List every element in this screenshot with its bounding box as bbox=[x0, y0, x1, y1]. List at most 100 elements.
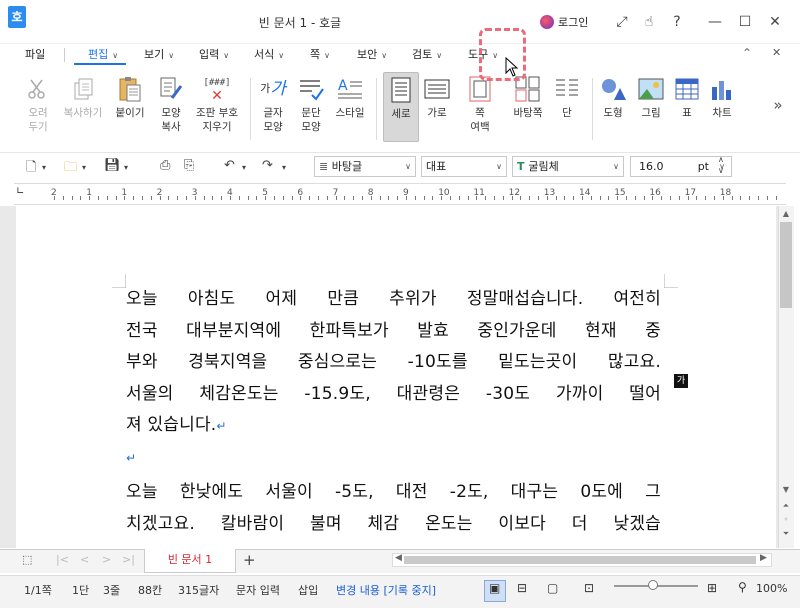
text-line: 오늘 아침도 어제 만큼 추위가 정말매섭습니다. 여전히 bbox=[126, 289, 661, 309]
text-line: 전국 대부분지역에 한파특보가 발효 중인가운데 현재 중 bbox=[126, 320, 661, 341]
scroll-right-icon[interactable]: ▶ bbox=[760, 553, 767, 563]
zoom-icon[interactable]: ⚲ bbox=[738, 580, 747, 594]
status-input-mode[interactable]: 문자 입력 bbox=[236, 582, 280, 598]
menu-view[interactable]: 보기 ∨ bbox=[144, 46, 174, 62]
portrait-button[interactable]: 세로 bbox=[383, 72, 419, 142]
menu-insert[interactable]: 입력 ∨ bbox=[199, 46, 229, 62]
save-icon[interactable]: 💾︎ bbox=[104, 158, 121, 173]
style-select[interactable]: ≣ 바탕글 ∨ bbox=[314, 156, 416, 177]
ruler-number: 10 bbox=[438, 188, 450, 198]
print-preview-icon[interactable]: ⎘ bbox=[184, 158, 194, 173]
zoom-in-icon[interactable]: ⊞ bbox=[707, 581, 717, 595]
char-shape-button[interactable]: 가가 글자 모양 bbox=[256, 76, 290, 134]
ruler-tick bbox=[203, 196, 205, 200]
menu-format[interactable]: 서식 ∨ bbox=[254, 46, 284, 62]
page-up-icon[interactable]: ⏶ bbox=[780, 500, 792, 512]
status-insert[interactable]: 삽입 bbox=[298, 582, 318, 598]
cut-button[interactable]: 오려 두기 bbox=[20, 76, 56, 134]
language-select[interactable]: 대표 ∨ bbox=[421, 156, 507, 177]
open-dropdown-icon[interactable]: ▾ bbox=[82, 163, 86, 172]
menu-file[interactable]: 파일 bbox=[25, 46, 45, 62]
tab-last-icon[interactable]: >| bbox=[122, 553, 135, 566]
ruler-tick bbox=[221, 196, 223, 200]
print-icon[interactable]: ⎙ bbox=[160, 158, 170, 173]
ribbon-more-icon[interactable]: » bbox=[768, 98, 788, 113]
undo-dropdown-icon[interactable]: ▾ bbox=[242, 163, 246, 172]
view-web-icon[interactable]: ⊟ bbox=[517, 581, 527, 595]
status-col: 88칸 bbox=[138, 584, 163, 597]
page-down-icon[interactable]: ⏷ bbox=[780, 528, 792, 540]
menu-security[interactable]: 보안 ∨ bbox=[357, 46, 387, 62]
ruler[interactable]: 2 1 1 2 3 4 5 6 7 8 9 10 11 12 13 14 15 16 17 18 bbox=[14, 183, 786, 205]
help-icon[interactable]: ? bbox=[666, 11, 688, 33]
paragraph-2[interactable]: 오늘 한낮에도 서울이 -5도, 대전 -2도, 대구는 0도에 그 치겠고요.… bbox=[126, 477, 661, 540]
horizontal-scroll-thumb[interactable] bbox=[404, 556, 756, 564]
scroll-left-icon[interactable]: ◀ bbox=[395, 553, 402, 563]
table-button[interactable]: 표 bbox=[672, 76, 702, 120]
zoom-slider-knob[interactable] bbox=[648, 580, 658, 590]
close-icon[interactable]: ✕ bbox=[764, 11, 786, 33]
redo-dropdown-icon[interactable]: ▾ bbox=[282, 163, 286, 172]
tab-stop-icon[interactable]: ∟ bbox=[16, 186, 24, 197]
ribbon-close-icon[interactable]: ✕ bbox=[772, 46, 781, 59]
browse-icon[interactable]: ◦ bbox=[780, 514, 792, 526]
new-doc-dropdown-icon[interactable]: ▾ bbox=[42, 163, 46, 172]
copy-button[interactable]: 복사하기 bbox=[60, 76, 106, 120]
save-dropdown-icon[interactable]: ▾ bbox=[124, 163, 128, 172]
style-button[interactable]: A 스타일 bbox=[332, 76, 368, 120]
landscape-button[interactable]: 가로 bbox=[422, 76, 452, 120]
clear-markup-button[interactable]: [###] ✕ 조판 부호 지우기 bbox=[192, 76, 242, 134]
redo-icon[interactable]: ↷ bbox=[262, 158, 273, 173]
ribbon-collapse-icon[interactable]: ⌃ bbox=[742, 46, 752, 60]
page-margin-button[interactable]: 쪽 여백 bbox=[462, 76, 498, 134]
ruler-tick bbox=[731, 196, 733, 200]
font-select[interactable]: T 굴림체 ∨ bbox=[512, 156, 624, 177]
ruler-tick bbox=[652, 196, 654, 200]
status-page[interactable]: 1/1쪽 bbox=[24, 582, 52, 598]
paste-button[interactable]: 붙이기 bbox=[112, 76, 148, 120]
vertical-scroll-thumb[interactable] bbox=[780, 222, 792, 308]
view-normal-icon[interactable]: ▣ bbox=[489, 581, 500, 595]
add-tab-icon[interactable]: + bbox=[243, 551, 256, 569]
zoom-level[interactable]: 100% bbox=[756, 582, 787, 595]
ruler-number: 14 bbox=[579, 188, 591, 198]
menu-page[interactable]: 쪽 ∨ bbox=[310, 46, 330, 62]
undo-icon[interactable]: ↶ bbox=[224, 158, 235, 173]
size-down-icon[interactable]: ∨ bbox=[718, 166, 724, 175]
maximize-icon[interactable]: ☐ bbox=[734, 11, 756, 33]
new-doc-icon[interactable]: 🗋 bbox=[26, 158, 36, 180]
para-shape-button[interactable]: 문단 모양 bbox=[294, 76, 328, 134]
menu-review[interactable]: 검토 ∨ bbox=[412, 46, 442, 62]
scroll-down-icon[interactable]: ▼ bbox=[780, 484, 792, 496]
chart-button[interactable]: 차트 bbox=[706, 76, 738, 120]
menu-edit[interactable]: 편집 ∨ bbox=[88, 46, 118, 62]
status-track-changes[interactable]: 변경 내용 [기록 중지] bbox=[336, 582, 436, 598]
picture-button[interactable]: 그림 bbox=[636, 76, 666, 120]
scroll-up-icon[interactable]: ▲ bbox=[780, 208, 792, 220]
ruler-tick bbox=[124, 196, 126, 200]
ruler-tick bbox=[775, 196, 777, 200]
app-logo-icon[interactable]: 호 bbox=[8, 6, 26, 28]
view-full-icon[interactable]: ▢ bbox=[547, 581, 558, 595]
format-copy-button[interactable]: 모양 복사 bbox=[154, 76, 188, 134]
minimize-icon[interactable]: — bbox=[704, 11, 726, 33]
ruler-tick bbox=[529, 196, 531, 200]
ruler-tick bbox=[80, 196, 82, 200]
document-tab[interactable]: 빈 문서 1 bbox=[144, 549, 236, 573]
size-up-icon[interactable]: ∧ bbox=[718, 155, 724, 164]
ruler-tick bbox=[133, 196, 135, 200]
font-size-input[interactable]: 16.0 pt ∨ bbox=[630, 156, 732, 177]
paragraph-1[interactable]: 오늘 아침도 어제 만큼 추위가 정말매섭습니다. 여전히 전국 대부분지역에 … bbox=[126, 284, 661, 473]
open-folder-icon[interactable]: 🗀 bbox=[64, 158, 77, 180]
tab-prev-icon[interactable]: < bbox=[80, 553, 89, 566]
hand-icon[interactable]: ☝ bbox=[638, 11, 660, 33]
tab-list-icon[interactable]: ⬚ bbox=[22, 553, 32, 566]
login-button[interactable]: 로그인 bbox=[540, 12, 588, 32]
shapes-button[interactable]: 도형 bbox=[598, 76, 628, 120]
zoom-out-icon[interactable]: ⊡ bbox=[584, 581, 594, 595]
background-page-button[interactable]: 바탕쪽 bbox=[508, 76, 548, 120]
columns-button[interactable]: 단 bbox=[552, 76, 582, 120]
fullscreen-icon[interactable]: ⤢ bbox=[611, 11, 633, 33]
tab-first-icon[interactable]: |< bbox=[56, 553, 69, 566]
tab-next-icon[interactable]: > bbox=[102, 553, 111, 566]
